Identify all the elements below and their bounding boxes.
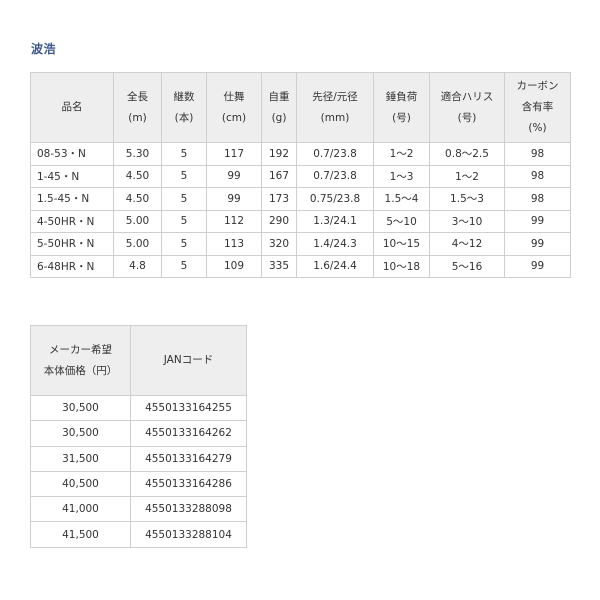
cell-total-length: 5.00: [113, 232, 162, 256]
spec-header-row: 品名 全長 (m) 継数 (本) 仕舞 (cm) 自重 (g) 先径/元径 (mm) 錘負…: [30, 72, 571, 143]
table-row: 31,500 4550133164279: [30, 445, 247, 472]
table-row: 40,500 4550133164286: [30, 470, 247, 498]
cell-closed-length: 109: [206, 254, 262, 278]
cell-jan-code: 4550133288098: [130, 496, 247, 523]
cell-tip-butt-diameter: 1.3/24.1: [296, 209, 374, 233]
cell-product-name: 1-45・N: [30, 164, 114, 188]
cell-tip-butt-diameter: 1.6/24.4: [296, 254, 374, 278]
cell-price: 30,500: [30, 420, 131, 447]
cell-jan-code: 4550133164279: [130, 445, 247, 472]
page: 波浩 品名 全長 (m) 継数 (本) 仕舞 (cm) 自重 (g) 先径/元径 (mm)…: [0, 0, 600, 600]
table-row: 30,500 4550133164255: [30, 394, 247, 422]
cell-carbon-content: 98: [504, 142, 571, 166]
cell-weight: 173: [261, 187, 297, 211]
table-row: 41,500 4550133288104: [30, 521, 247, 548]
cell-sinker-load: 1〜3: [373, 164, 430, 188]
cell-product-name: 5-50HR・N: [30, 232, 114, 256]
cell-carbon-content: 99: [504, 209, 571, 233]
cell-tip-butt-diameter: 0.7/23.8: [296, 164, 374, 188]
cell-total-length: 5.30: [113, 142, 162, 166]
header-suitable-leader: 適合ハリス (号): [429, 72, 505, 143]
price-header-row: メーカー希望 本体価格（円） JANコード: [30, 325, 247, 396]
cell-suitable-leader: 3〜10: [429, 209, 505, 233]
cell-product-name: 6-48HR・N: [30, 254, 114, 278]
cell-price: 31,500: [30, 445, 131, 472]
cell-sinker-load: 10〜18: [373, 254, 430, 278]
cell-sections: 5: [161, 164, 207, 188]
cell-product-name: 1.5-45・N: [30, 187, 114, 211]
table-row: 5-50HR・N 5.00 5 113 320 1.4/24.3 10〜15 4…: [30, 232, 571, 256]
cell-weight: 335: [261, 254, 297, 278]
header-sinker-load: 錘負荷 (号): [373, 72, 430, 143]
price-table: メーカー希望 本体価格（円） JANコード 30,500 455013316425…: [30, 325, 247, 548]
cell-price: 40,500: [30, 470, 131, 498]
cell-total-length: 5.00: [113, 209, 162, 233]
cell-sinker-load: 10〜15: [373, 232, 430, 256]
cell-carbon-content: 98: [504, 164, 571, 188]
cell-carbon-content: 99: [504, 232, 571, 256]
cell-suitable-leader: 1〜2: [429, 164, 505, 188]
cell-total-length: 4.8: [113, 254, 162, 278]
cell-sinker-load: 5〜10: [373, 209, 430, 233]
cell-jan-code: 4550133164286: [130, 470, 247, 498]
spec-table: 品名 全長 (m) 継数 (本) 仕舞 (cm) 自重 (g) 先径/元径 (mm) 錘負…: [30, 72, 571, 278]
cell-jan-code: 4550133288104: [130, 521, 247, 548]
cell-weight: 290: [261, 209, 297, 233]
page-title: 波浩: [31, 42, 57, 56]
cell-jan-code: 4550133164255: [130, 394, 247, 422]
cell-price: 41,500: [30, 521, 131, 548]
cell-suitable-leader: 0.8〜2.5: [429, 142, 505, 166]
cell-weight: 167: [261, 164, 297, 188]
cell-jan-code: 4550133164262: [130, 420, 247, 447]
table-row: 6-48HR・N 4.8 5 109 335 1.6/24.4 10〜18 5〜…: [30, 254, 571, 278]
cell-price: 41,000: [30, 496, 131, 523]
table-row: 30,500 4550133164262: [30, 420, 247, 447]
header-weight: 自重 (g): [261, 72, 297, 143]
cell-closed-length: 113: [206, 232, 262, 256]
cell-sections: 5: [161, 254, 207, 278]
cell-product-name: 08-53・N: [30, 142, 114, 166]
header-product-name: 品名: [30, 72, 114, 143]
cell-tip-butt-diameter: 1.4/24.3: [296, 232, 374, 256]
cell-tip-butt-diameter: 0.7/23.8: [296, 142, 374, 166]
cell-total-length: 4.50: [113, 164, 162, 188]
cell-sections: 5: [161, 232, 207, 256]
table-row: 1-45・N 4.50 5 99 167 0.7/23.8 1〜3 1〜2 98: [30, 164, 571, 188]
header-carbon-content: カーボン 含有率 (%): [504, 72, 571, 143]
cell-weight: 320: [261, 232, 297, 256]
cell-sections: 5: [161, 187, 207, 211]
table-row: 4-50HR・N 5.00 5 112 290 1.3/24.1 5〜10 3〜…: [30, 209, 571, 233]
cell-product-name: 4-50HR・N: [30, 209, 114, 233]
header-closed-length: 仕舞 (cm): [206, 72, 262, 143]
table-row: 41,000 4550133288098: [30, 496, 247, 523]
cell-total-length: 4.50: [113, 187, 162, 211]
cell-suitable-leader: 4〜12: [429, 232, 505, 256]
cell-suitable-leader: 1.5〜3: [429, 187, 505, 211]
cell-sections: 5: [161, 209, 207, 233]
cell-carbon-content: 98: [504, 187, 571, 211]
header-jan-code: JANコード: [130, 325, 247, 396]
cell-suitable-leader: 5〜16: [429, 254, 505, 278]
cell-closed-length: 117: [206, 142, 262, 166]
table-row: 08-53・N 5.30 5 117 192 0.7/23.8 1〜2 0.8〜…: [30, 142, 571, 166]
cell-sections: 5: [161, 142, 207, 166]
cell-sinker-load: 1.5〜4: [373, 187, 430, 211]
cell-closed-length: 99: [206, 187, 262, 211]
header-total-length: 全長 (m): [113, 72, 162, 143]
cell-closed-length: 112: [206, 209, 262, 233]
header-sections: 継数 (本): [161, 72, 207, 143]
cell-closed-length: 99: [206, 164, 262, 188]
cell-tip-butt-diameter: 0.75/23.8: [296, 187, 374, 211]
cell-carbon-content: 99: [504, 254, 571, 278]
header-list-price: メーカー希望 本体価格（円）: [30, 325, 131, 396]
table-row: 1.5-45・N 4.50 5 99 173 0.75/23.8 1.5〜4 1…: [30, 187, 571, 211]
header-tip-butt-diameter: 先径/元径 (mm): [296, 72, 374, 143]
cell-price: 30,500: [30, 394, 131, 422]
cell-weight: 192: [261, 142, 297, 166]
cell-sinker-load: 1〜2: [373, 142, 430, 166]
